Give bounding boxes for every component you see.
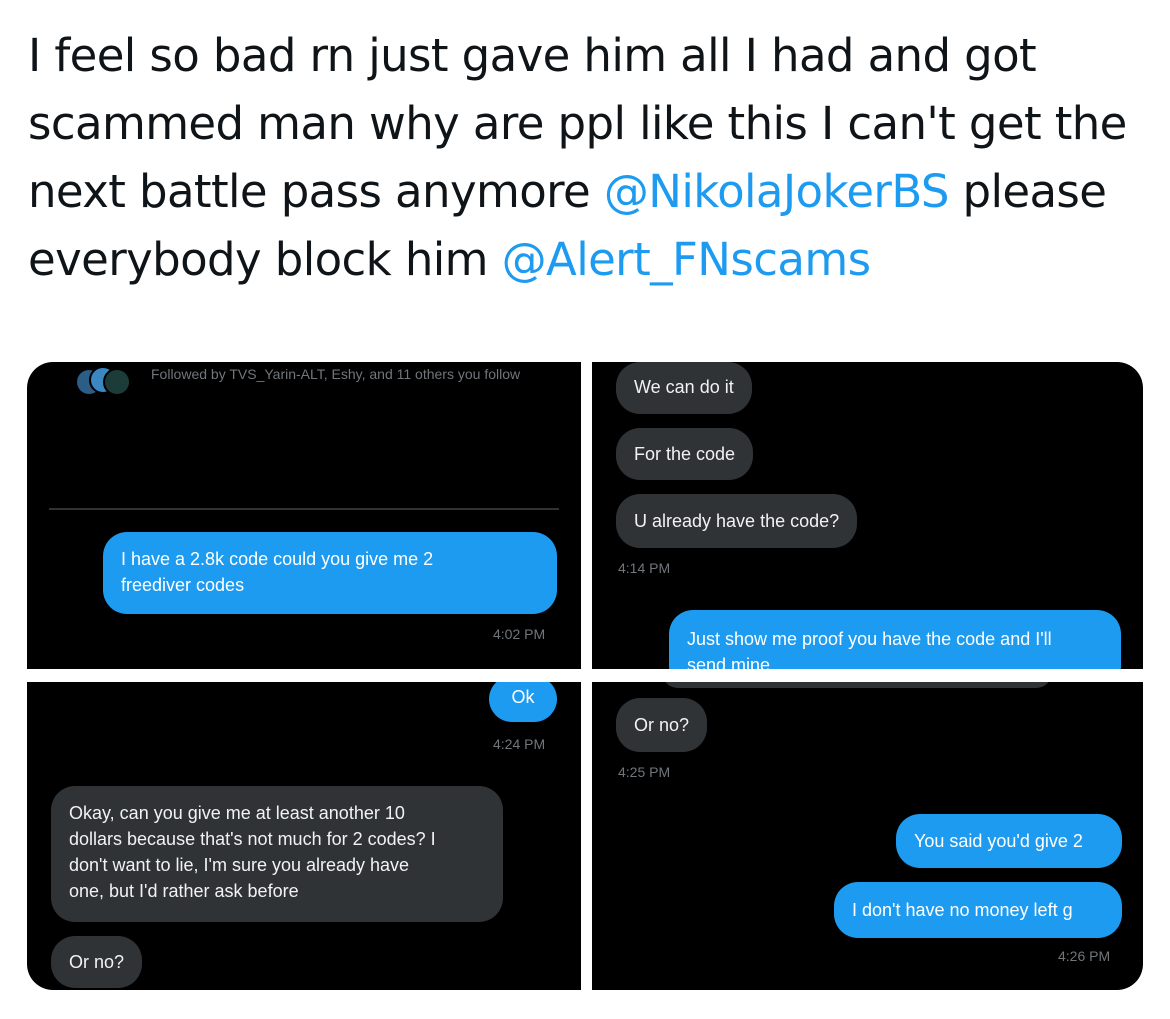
media-image-1[interactable]: Followed by TVS_Yarin-ALT, Eshy, and 11 … xyxy=(27,362,581,669)
message-bubble-incoming: We can do it xyxy=(616,362,752,414)
message-bubble-incoming: Or no? xyxy=(616,698,708,752)
message-bubble-outgoing: Ok xyxy=(489,682,557,722)
message-bubble-partial xyxy=(662,682,1052,688)
avatar xyxy=(103,368,131,396)
message-bubble-outgoing: I don't have no money left g xyxy=(834,882,1122,938)
mention-link-nikolajokerbs[interactable]: @NikolaJokerBS xyxy=(604,165,950,218)
message-timestamp: 4:14 PM xyxy=(618,560,671,576)
message-bubble-outgoing: I have a 2.8k code could you give me 2 f… xyxy=(103,532,557,614)
message-bubble-outgoing: You said you'd give 2 xyxy=(896,814,1122,868)
message-bubble-incoming: Or no? xyxy=(51,936,143,988)
mention-link-alert-fnscams[interactable]: @Alert_FNscams xyxy=(502,233,871,286)
media-grid[interactable]: Followed by TVS_Yarin-ALT, Eshy, and 11 … xyxy=(27,362,1143,990)
message-bubble-incoming: U already have the code? xyxy=(616,494,858,548)
follower-avatars xyxy=(75,366,135,398)
message-timestamp: 4:02 PM xyxy=(493,626,546,642)
message-timestamp: 4:26 PM xyxy=(1058,948,1111,964)
message-bubble-incoming: Okay, can you give me at least another 1… xyxy=(51,786,503,922)
message-bubble-incoming: For the code xyxy=(616,428,754,480)
message-timestamp: 4:25 PM xyxy=(618,764,671,780)
media-image-2[interactable]: We can do it For the code U already have… xyxy=(592,362,1143,669)
message-bubble-outgoing: Just show me proof you have the code and… xyxy=(669,610,1121,669)
media-image-4[interactable]: Or no? 4:25 PM You said you'd give 2 I d… xyxy=(592,682,1143,990)
followed-by-text: Followed by TVS_Yarin-ALT, Eshy, and 11 … xyxy=(151,366,521,382)
tweet-text: I feel so bad rn just gave him all I had… xyxy=(28,22,1148,294)
message-timestamp: 4:24 PM xyxy=(493,736,546,752)
divider xyxy=(49,508,559,510)
media-image-3[interactable]: Ok 4:24 PM Okay, can you give me at leas… xyxy=(27,682,581,990)
